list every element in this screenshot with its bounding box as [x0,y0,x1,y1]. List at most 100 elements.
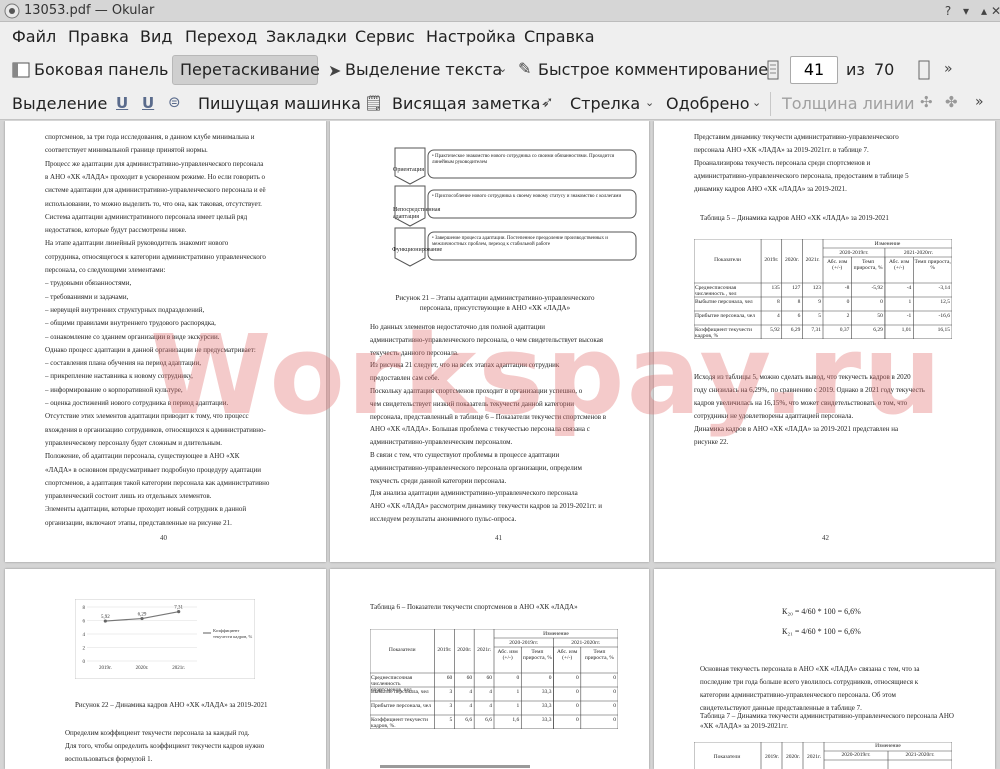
table-cell: 2019г. [764,257,779,263]
table-cell: -5,92 [871,285,883,291]
menu-settings[interactable]: Настройка [426,27,516,46]
chevron-down-icon[interactable]: ⌄ [498,62,507,75]
staff-dynamics-table: Показатели 2019г. 2020г. 2021г. Изменение 202… [694,239,952,359]
table-cell: 5 [449,717,453,723]
diagram-stage: Функционирование [392,247,443,253]
text-line: Исходя из таблицы 5, можно сделать вывод… [694,373,911,381]
strikeout-icon[interactable]: ⊜ [168,93,181,111]
annotation-toolbar: Выделение U U ⊜ Пишущая машинка 🗒 Висяща… [0,88,1000,120]
table-cell: Показатели [388,647,416,653]
text-line: – нервущей внутренних структурных подраз… [45,305,205,314]
table-cell: 4 [469,689,473,695]
arrow-button[interactable]: Стрелка [570,94,640,113]
maximize-icon[interactable]: ▴ [976,3,992,19]
text-line: в АНО «ХК «ЛАДА» проходит в ускоренном р… [45,172,266,181]
table-cell: 2021-2020гг. [903,250,933,256]
table-cell: 33,3 [541,717,552,723]
page-icon [767,60,779,80]
underline-icon[interactable]: U [116,94,128,112]
sticky-note-button[interactable]: Висящая заметка [392,94,540,113]
text-line: административно-управленческого персонал… [694,172,909,180]
table-cell: 0 [613,717,616,723]
previous-page-icon[interactable] [917,60,931,80]
select-text-button[interactable]: Выделение текста [345,60,502,79]
table-cell: Изменение [543,631,569,637]
formula: К₂₀ = 4/60 * 100 = 6,6% [782,607,861,616]
menu-view[interactable]: Вид [140,27,172,46]
table-cell: 33,3 [541,703,552,709]
table-cell: 3 [449,689,453,695]
table-cell: 6,6 [485,717,492,723]
data-label: 5,92 [101,615,110,620]
text-line: Поскольку адаптация спортсменов проходит… [370,387,583,395]
menu-file[interactable]: Файл [12,27,56,46]
page-number: 41 [495,534,502,542]
text-line: Отсутствие этих элементов адаптации прив… [45,412,249,421]
text-line: Определим коэффициент текучести персонал… [65,729,250,737]
sidebar-button[interactable]: Боковая панель [34,60,168,79]
window-title: 13053.pdf — Okular [24,3,155,18]
close-icon[interactable]: ✕ [991,3,1000,19]
color-icon[interactable]: ✣ [920,93,933,111]
menu-edit[interactable]: Правка [68,27,129,46]
chevron-down-icon[interactable]: ⌄ [752,96,761,109]
document-viewport[interactable]: спортсменов, за три года исследования, в… [0,121,1000,769]
menu-bookmarks[interactable]: Закладки [266,27,347,46]
text-line: динамику кадров АНО «ХК «ЛАДА» за 2019-2… [694,185,847,193]
title-bar: 13053.pdf — Okular ? ▾ ▴ ✕ [0,0,1000,22]
data-label: 6,29 [138,613,147,618]
approved-stamp-button[interactable]: Одобрено [666,94,750,113]
table-cell: 8 [797,299,801,305]
text-line: Система адаптации административного перс… [45,212,248,221]
menu-tools[interactable]: Сервис [355,27,415,46]
text-line: использовании, то можно выделить то, что… [45,199,262,208]
table-cell: Показатели [714,257,741,263]
table-cell: 1 [908,299,912,305]
squiggly-underline-icon[interactable]: U [142,94,154,112]
text-line: Элементы адаптации, которые проходит нов… [45,505,247,514]
text-line: АНО «ХК «ЛАДА» рассмотрим динамику текуч… [370,502,602,511]
table-cell: Изменение [874,241,901,247]
menu-bar: Файл Правка Вид Переход Закладки Сервис … [0,22,1000,52]
current-page-input[interactable]: 41 [790,56,838,84]
main-toolbar: Боковая панель Перетаскивание ➤ Выделени… [0,52,1000,88]
text-line: исследуем результаты анонимного пульс-оп… [370,515,517,523]
table-cell: 0 [613,689,616,695]
table-cell: Прибытие персонала, чел [371,703,431,709]
table-cell: 60 [446,675,453,681]
menu-help[interactable]: Справка [524,27,595,46]
quick-comment-button[interactable]: Быстрое комментирование [538,60,768,79]
table-cell: 2020г. [785,257,800,263]
text-line: чем свидетельствует низкий показатель те… [370,399,575,408]
selection-tool-button[interactable]: Выделение [12,94,107,113]
table-cell: -3,14 [938,285,950,291]
table-cell: 2021-2020гг. [571,640,601,646]
table-cell: 0 [548,675,552,681]
table-cell: 1,6 [512,717,520,723]
table-title: Таблица 7 – Динамика текучести администр… [700,712,954,730]
text-line: системе адаптации для административно-уп… [45,186,266,195]
chevron-down-icon[interactable]: ⌄ [645,96,654,109]
text-line: персонала, со следующими элементами: [45,266,166,274]
typewriter-button[interactable]: Пишущая машинка [198,94,361,113]
table-cell: 6,29 [873,327,883,333]
text-line: воспользоваться формулой 1. [65,755,153,763]
table-cell: 2019г. [764,754,779,760]
horizontal-scrollbar[interactable] [380,765,530,768]
text-line: Динамика кадров в АНО «ХК «ЛАДА» за 2019… [694,425,899,433]
text-line: сотрудники не удовлетворены адаптацией п… [694,412,854,420]
line-width-button[interactable]: Толщина линии [782,94,915,113]
text-line: – ознакомление со зданием организации в … [45,332,220,341]
table-cell: 6,6 [465,717,473,723]
drag-tool-button[interactable]: Перетаскивание [180,60,320,79]
fill-icon[interactable]: ✤ [945,93,958,111]
more-tools-icon[interactable]: » [944,61,953,77]
menu-go[interactable]: Переход [185,27,257,46]
figure-caption: Рисунок 22 – Динамика кадров АНО «ХК «ЛА… [75,701,268,709]
table-title: Таблица 5 – Динамика кадров АНО «ХК «ЛАД… [700,214,889,222]
text-line: Основная текучесть персонала в АНО «ХК «… [700,665,920,673]
minimize-icon[interactable]: ▾ [958,3,974,19]
text-line: Для анализа адаптации административно-уп… [370,489,578,498]
help-icon[interactable]: ? [940,3,956,19]
more-tools-icon[interactable]: » [975,94,984,110]
